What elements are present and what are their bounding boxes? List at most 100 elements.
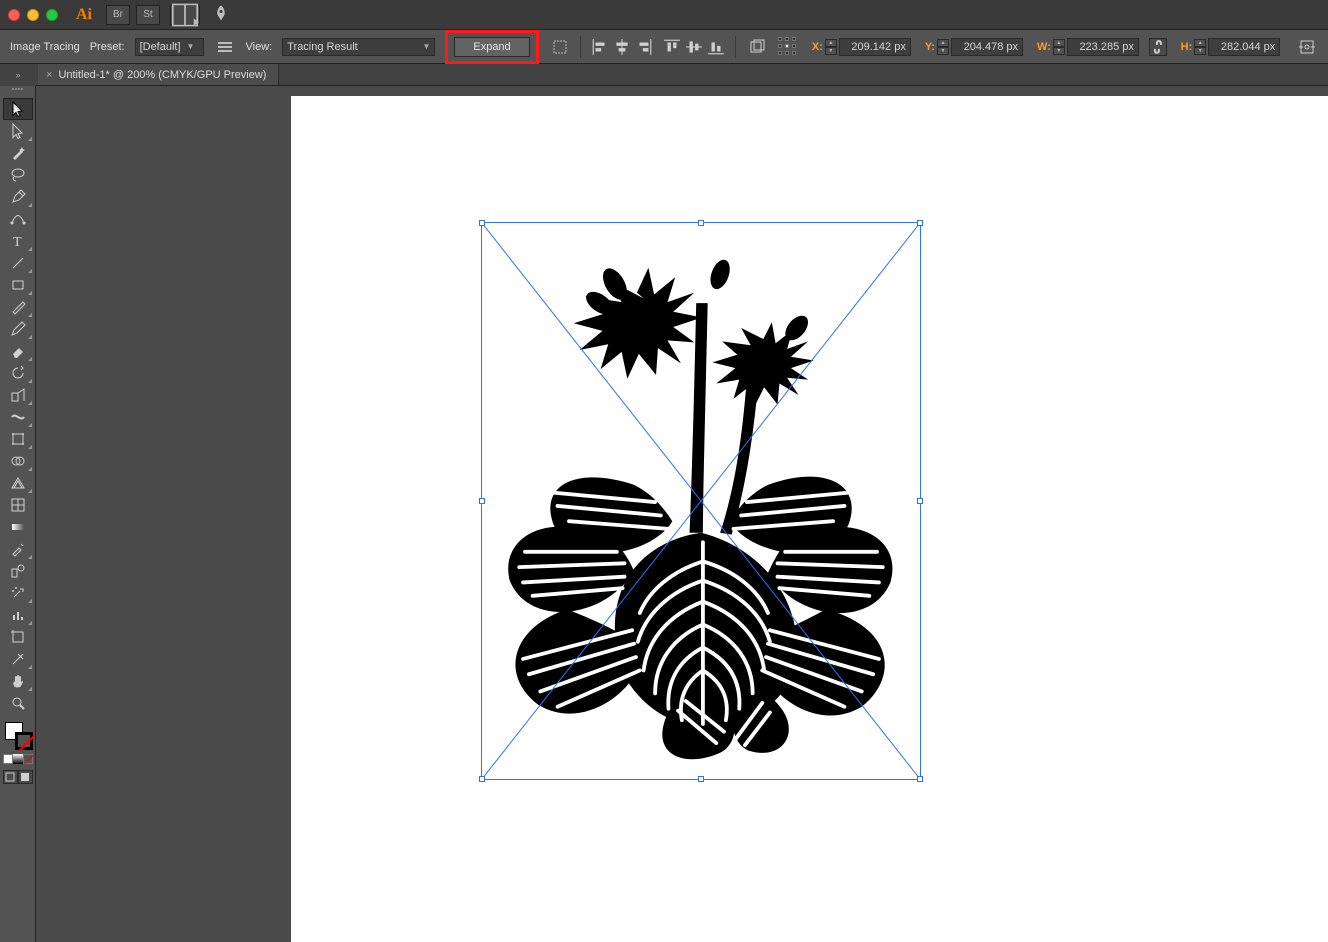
expand-highlight-annotation: Expand: [445, 30, 538, 64]
document-tab-bar: × Untitled-1* @ 200% (CMYK/GPU Preview): [0, 64, 1328, 86]
mesh-tool[interactable]: [3, 494, 33, 516]
pencil-tool[interactable]: [3, 318, 33, 340]
y-stepper[interactable]: ▴▾: [937, 39, 949, 55]
tracing-options-icon[interactable]: [549, 37, 571, 57]
toolbox-grip[interactable]: [3, 88, 33, 96]
w-label: W:: [1037, 41, 1051, 53]
main-area: T: [0, 86, 1328, 942]
preset-value: [Default]: [140, 41, 181, 53]
eyedropper-tool[interactable]: [3, 538, 33, 560]
x-label: X:: [812, 41, 823, 53]
preset-label: Preset:: [90, 41, 125, 53]
resize-handle-bl[interactable]: [479, 776, 485, 782]
symbol-sprayer-tool[interactable]: [3, 582, 33, 604]
pen-tool[interactable]: [3, 186, 33, 208]
y-label: Y:: [925, 41, 935, 53]
free-transform-tool[interactable]: [3, 428, 33, 450]
stock-button[interactable]: St: [136, 5, 160, 25]
align-right-icon[interactable]: [635, 38, 653, 56]
screen-mode-icon[interactable]: [18, 770, 33, 784]
direct-selection-tool[interactable]: [3, 120, 33, 142]
resize-handle-bm[interactable]: [698, 776, 704, 782]
slice-tool[interactable]: [3, 648, 33, 670]
h-input[interactable]: [1208, 38, 1280, 56]
fill-stroke-swatch[interactable]: [3, 720, 33, 750]
preset-dropdown[interactable]: [Default]▼: [135, 38, 204, 56]
document-tab-title: Untitled-1* @ 200% (CMYK/GPU Preview): [58, 69, 266, 81]
align-vcenter-icon[interactable]: [685, 38, 703, 56]
width-tool[interactable]: [3, 406, 33, 428]
color-mode-solid[interactable]: [3, 754, 13, 764]
lasso-tool[interactable]: [3, 164, 33, 186]
shape-builder-tool[interactable]: [3, 450, 33, 472]
tab-dock-handle[interactable]: »: [0, 64, 36, 86]
isolate-object-icon[interactable]: [1296, 37, 1318, 57]
selection-tool[interactable]: [3, 98, 33, 120]
stroke-swatch[interactable]: [15, 732, 33, 750]
resize-handle-br[interactable]: [917, 776, 923, 782]
line-segment-tool[interactable]: [3, 252, 33, 274]
window-controls: [8, 9, 58, 21]
resize-handle-mr[interactable]: [917, 498, 923, 504]
color-mode-none[interactable]: [23, 754, 33, 764]
tracing-presets-menu-icon[interactable]: [214, 37, 236, 57]
document-tab[interactable]: × Untitled-1* @ 200% (CMYK/GPU Preview): [38, 64, 279, 85]
window-maximize-button[interactable]: [46, 9, 58, 21]
expand-button-label: Expand: [473, 41, 510, 53]
expand-button[interactable]: Expand: [454, 37, 529, 57]
reference-point-selector[interactable]: [778, 37, 798, 57]
blend-tool[interactable]: [3, 560, 33, 582]
zoom-tool[interactable]: [3, 692, 33, 714]
svg-text:T: T: [13, 235, 22, 249]
align-hcenter-icon[interactable]: [613, 38, 631, 56]
constrain-proportions-icon[interactable]: [1149, 38, 1167, 56]
artboard-tool[interactable]: [3, 626, 33, 648]
align-left-icon[interactable]: [591, 38, 609, 56]
h-label: H:: [1181, 41, 1193, 53]
view-value: Tracing Result: [287, 41, 358, 53]
bridge-button[interactable]: Br: [106, 5, 130, 25]
eraser-tool[interactable]: [3, 340, 33, 362]
scale-tool[interactable]: [3, 384, 33, 406]
paintbrush-tool[interactable]: [3, 296, 33, 318]
perspective-grid-tool[interactable]: [3, 472, 33, 494]
resize-handle-ml[interactable]: [479, 498, 485, 504]
color-mode-row: [3, 754, 33, 764]
x-input[interactable]: [839, 38, 911, 56]
y-input[interactable]: [951, 38, 1023, 56]
view-dropdown[interactable]: Tracing Result ▼: [282, 38, 435, 56]
resize-handle-tr[interactable]: [917, 220, 923, 226]
canvas-viewport[interactable]: [36, 86, 1328, 942]
resize-handle-tm[interactable]: [698, 220, 704, 226]
app-logo: Ai: [76, 6, 92, 24]
hand-tool[interactable]: [3, 670, 33, 692]
type-tool[interactable]: T: [3, 230, 33, 252]
window-minimize-button[interactable]: [27, 9, 39, 21]
rotate-tool[interactable]: [3, 362, 33, 384]
window-close-button[interactable]: [8, 9, 20, 21]
w-stepper[interactable]: ▴▾: [1053, 39, 1065, 55]
rectangle-tool[interactable]: [3, 274, 33, 296]
color-mode-gradient[interactable]: [13, 754, 23, 764]
resize-handle-tl[interactable]: [479, 220, 485, 226]
x-stepper[interactable]: ▴▾: [825, 39, 837, 55]
curvature-tool[interactable]: [3, 208, 33, 230]
selection-bounding-box[interactable]: [481, 222, 921, 780]
view-label: View:: [246, 41, 273, 53]
app-titlebar: Ai Br St: [0, 0, 1328, 30]
close-tab-icon[interactable]: ×: [46, 69, 52, 81]
gpu-performance-icon[interactable]: [212, 4, 230, 25]
transform-panel-icon[interactable]: [746, 37, 768, 57]
column-graph-tool[interactable]: [3, 604, 33, 626]
align-bottom-icon[interactable]: [707, 38, 725, 56]
screen-mode-row: [3, 770, 33, 784]
panel-name-label: Image Tracing: [10, 41, 80, 53]
align-horizontal-group: [591, 38, 653, 56]
arrange-documents-button[interactable]: [170, 5, 200, 25]
gradient-tool[interactable]: [3, 516, 33, 538]
magic-wand-tool[interactable]: [3, 142, 33, 164]
align-top-icon[interactable]: [663, 38, 681, 56]
w-input[interactable]: [1067, 38, 1139, 56]
h-stepper[interactable]: ▴▾: [1194, 39, 1206, 55]
draw-mode-icon[interactable]: [3, 770, 18, 784]
